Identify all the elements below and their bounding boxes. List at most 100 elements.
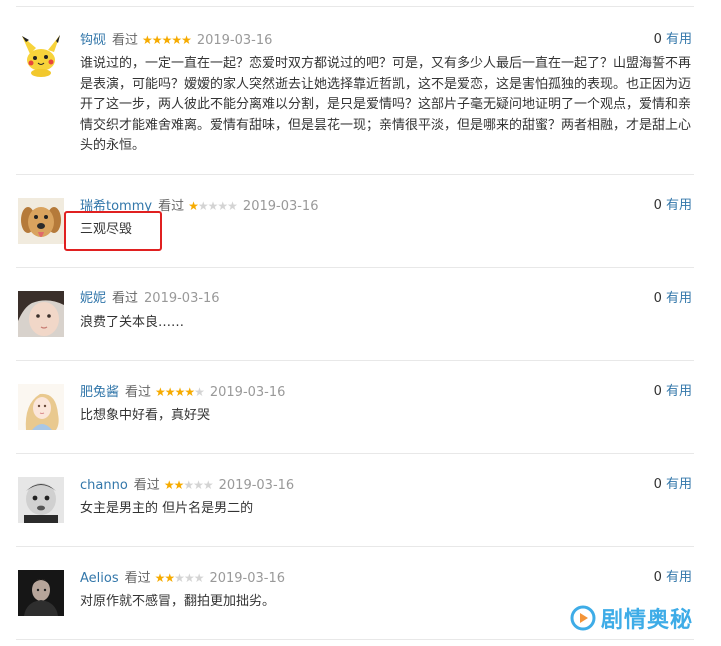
- useful-count: 0: [653, 198, 662, 213]
- dog-avatar: [18, 198, 64, 244]
- watched-label: 看过: [124, 571, 151, 586]
- baby-avatar: [18, 477, 64, 523]
- comment-item: 肥兔酱 看过 ★★★★★ 2019-03-16 0 有用 比想象中好看，真好哭: [16, 384, 694, 434]
- comment-date: 2019-03-16: [209, 571, 286, 586]
- star-filled-icon: ★: [181, 33, 192, 47]
- star-filled-icon: ★: [161, 33, 173, 47]
- divider: [16, 639, 694, 640]
- star-filled-icon: ★: [174, 385, 186, 399]
- watched-label: 看过: [112, 33, 139, 48]
- star-filled-icon: ★: [164, 571, 175, 585]
- divider: [16, 6, 694, 7]
- star-empty-icon: ★: [207, 199, 219, 213]
- pikachu-avatar: [22, 35, 60, 77]
- star-empty-icon: ★: [217, 199, 228, 213]
- comment-meta: channo 看过 ★★★★★ 2019-03-16: [80, 476, 294, 495]
- star-filled-icon: ★: [173, 478, 185, 492]
- star-empty-icon: ★: [197, 199, 209, 213]
- divider: [16, 360, 694, 361]
- comment-text: 谁说过的，一定一直在一起？恋爱时双方都说过的吧？可是，又有多少人最后一直在一起了…: [80, 56, 692, 153]
- star-filled-icon: ★: [163, 478, 175, 492]
- comment-date: 2019-03-16: [209, 385, 286, 400]
- girl-avatar: [18, 291, 64, 337]
- useful-button[interactable]: 有用: [666, 32, 692, 47]
- useful-count: 0: [653, 32, 662, 47]
- star-empty-icon: ★: [193, 571, 205, 585]
- user-avatar[interactable]: [18, 198, 64, 244]
- comment-meta: 肥兔酱 看过 ★★★★★ 2019-03-16: [80, 383, 285, 402]
- useful-vote[interactable]: 0 有用: [654, 383, 692, 401]
- star-filled-icon: ★: [142, 33, 153, 47]
- useful-vote[interactable]: 0 有用: [654, 476, 692, 494]
- useful-count: 0: [653, 477, 662, 492]
- useful-vote[interactable]: 0 有用: [654, 197, 692, 215]
- useful-button[interactable]: 有用: [666, 198, 692, 213]
- star-empty-icon: ★: [227, 199, 238, 213]
- divider: [16, 453, 694, 454]
- star-empty-icon: ★: [194, 385, 205, 399]
- comment-item: 妮妮 看过 2019-03-16 0 有用 浪费了关本良……: [16, 291, 694, 341]
- useful-vote[interactable]: 0 有用: [654, 31, 692, 49]
- watermark: 剧情奥秘: [570, 602, 693, 634]
- useful-button[interactable]: 有用: [666, 477, 692, 492]
- useful-button[interactable]: 有用: [666, 570, 692, 585]
- comment-date: 2019-03-16: [218, 478, 295, 493]
- comment-text: 女主是男主的 但片名是男二的: [80, 501, 254, 516]
- divider: [16, 546, 694, 547]
- user-avatar[interactable]: [18, 570, 64, 616]
- star-empty-icon: ★: [202, 478, 214, 492]
- watched-label: 看过: [125, 385, 152, 400]
- comment-date: 2019-03-16: [196, 33, 273, 48]
- useful-count: 0: [653, 384, 662, 399]
- star-filled-icon: ★: [171, 33, 182, 47]
- useful-vote[interactable]: 0 有用: [654, 290, 692, 308]
- star-empty-icon: ★: [183, 571, 195, 585]
- star-filled-icon: ★: [184, 385, 195, 399]
- rating-stars: ★★★★★: [163, 476, 214, 494]
- rating-stars: ★★★★★: [188, 197, 238, 215]
- username-link[interactable]: 钩砚: [80, 33, 106, 48]
- useful-button[interactable]: 有用: [666, 291, 692, 306]
- useful-count: 0: [653, 291, 662, 306]
- comment-text: 三观尽毁: [80, 222, 133, 237]
- username-link[interactable]: Aelios: [80, 571, 119, 586]
- highlight-box: [64, 211, 162, 251]
- comment-meta: 妮妮 看过 2019-03-16: [80, 290, 220, 308]
- user-avatar[interactable]: [18, 384, 64, 430]
- watched-label: 看过: [133, 478, 160, 493]
- star-empty-icon: ★: [183, 478, 194, 492]
- watermark-logo-icon: [570, 605, 596, 631]
- divider: [16, 174, 694, 175]
- useful-vote[interactable]: 0 有用: [654, 569, 692, 587]
- comment-date: 2019-03-16: [144, 291, 220, 306]
- star-filled-icon: ★: [154, 571, 166, 585]
- divider: [16, 267, 694, 268]
- star-filled-icon: ★: [164, 385, 176, 399]
- rating-stars: ★★★★★: [155, 383, 205, 401]
- watched-label: 看过: [112, 291, 139, 306]
- watermark-text: 剧情奥秘: [600, 608, 693, 633]
- comment-item: 钩砚 看过 ★★★★★ 2019-03-16 0 有用 谁说过的，一定一直在一起？恋爱…: [16, 32, 694, 162]
- comment-item: channo 看过 ★★★★★ 2019-03-16 0 有用 女主是男主的 但片名是…: [16, 477, 694, 527]
- useful-count: 0: [653, 570, 662, 585]
- comment-meta: Aelios 看过 ★★★★★ 2019-03-16: [80, 569, 285, 588]
- useful-button[interactable]: 有用: [666, 384, 692, 399]
- user-avatar[interactable]: [18, 32, 64, 78]
- star-filled-icon: ★: [151, 33, 163, 47]
- rating-stars: ★★★★★: [154, 569, 205, 587]
- comment-date: 2019-03-16: [242, 199, 319, 214]
- illustration-avatar: [18, 384, 64, 430]
- star-filled-icon: ★: [188, 199, 199, 213]
- username-link[interactable]: 妮妮: [80, 291, 106, 306]
- star-filled-icon: ★: [155, 385, 166, 399]
- star-empty-icon: ★: [193, 478, 204, 492]
- comment-text: 比想象中好看，真好哭: [80, 408, 211, 423]
- comment-meta: 钩砚 看过 ★★★★★ 2019-03-16: [80, 31, 272, 50]
- rating-stars: ★★★★★: [142, 31, 192, 49]
- username-link[interactable]: channo: [80, 478, 128, 493]
- user-avatar[interactable]: [18, 477, 64, 523]
- watched-label: 看过: [158, 199, 185, 214]
- user-avatar[interactable]: [18, 291, 64, 337]
- username-link[interactable]: 肥兔酱: [80, 385, 119, 400]
- star-empty-icon: ★: [174, 571, 185, 585]
